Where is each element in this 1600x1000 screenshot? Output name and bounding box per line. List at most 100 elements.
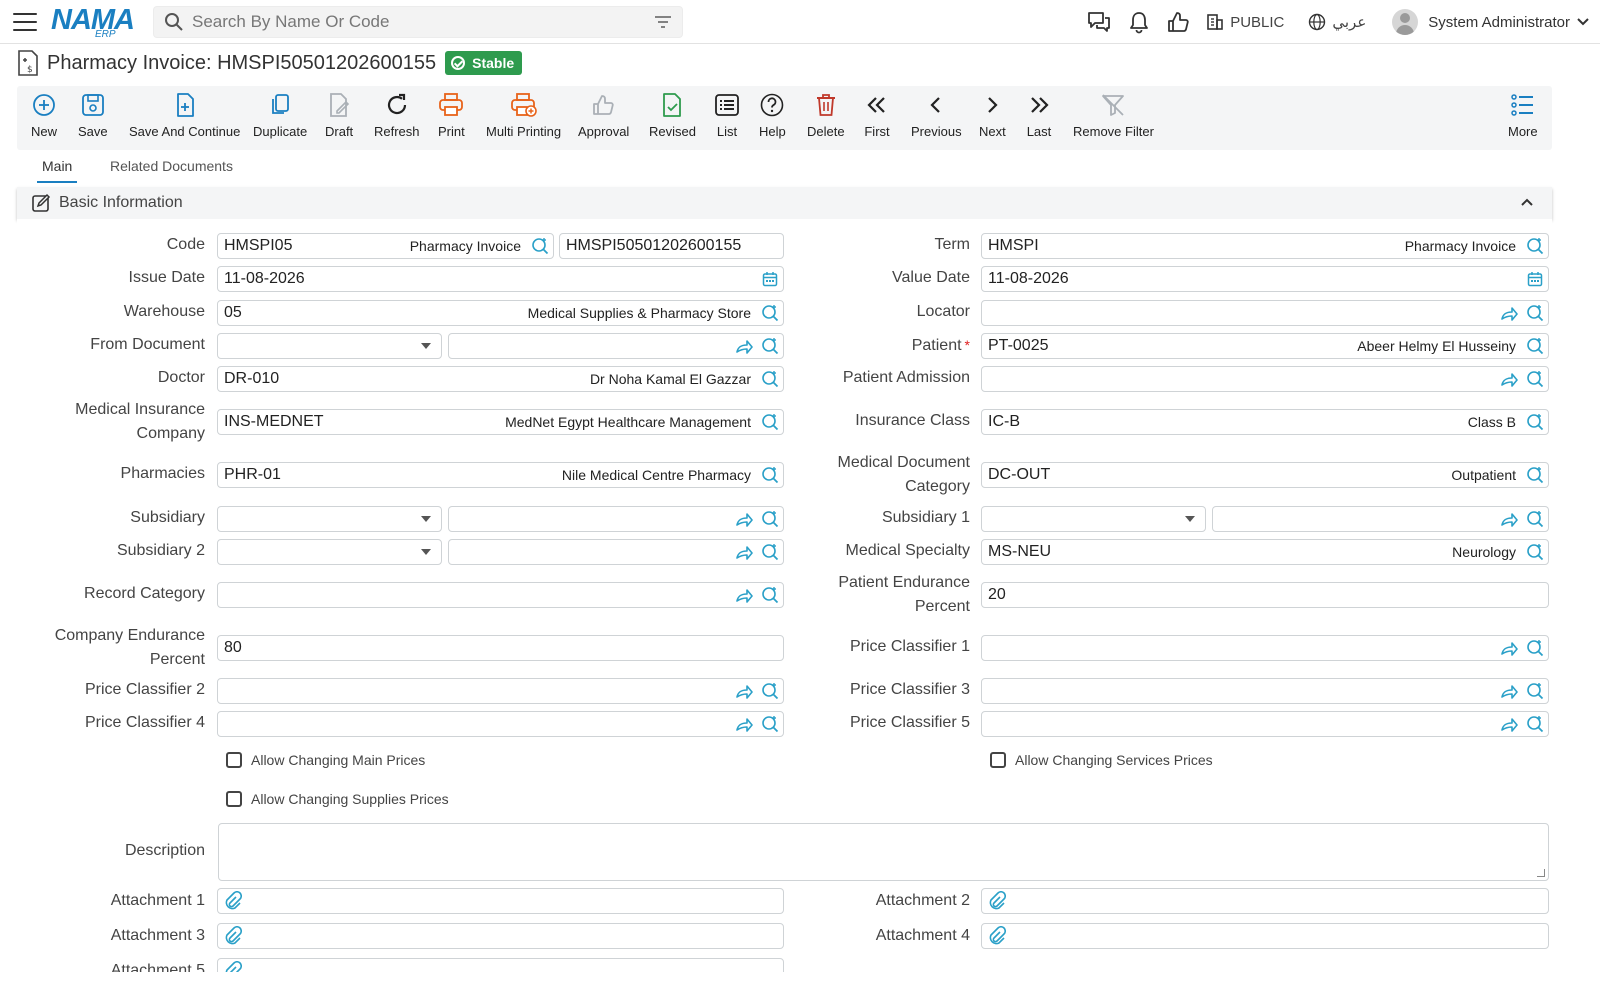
attachment-4-field[interactable] xyxy=(981,923,1549,949)
share-arrow-icon[interactable] xyxy=(1496,679,1522,703)
price-classifier-1-field[interactable] xyxy=(981,635,1549,661)
subsidiary-1-type-select[interactable] xyxy=(981,506,1206,532)
approval-button[interactable]: Approval xyxy=(578,92,629,139)
search-lookup-icon[interactable] xyxy=(757,712,783,736)
from-document-type-select[interactable] xyxy=(217,333,442,359)
price-classifier-2-field[interactable] xyxy=(217,678,784,704)
search-lookup-icon[interactable] xyxy=(757,679,783,703)
share-arrow-icon[interactable] xyxy=(731,712,757,736)
issue-date-field[interactable]: 11-08-2026 xyxy=(217,266,784,292)
value-date-field[interactable]: 11-08-2026 xyxy=(981,266,1549,292)
tab-main[interactable]: Main xyxy=(42,158,72,174)
multi-printing-button[interactable]: Multi Printing xyxy=(486,92,561,139)
subsidiary-field[interactable] xyxy=(448,506,784,532)
insurance-class-field[interactable]: IC-B Class B xyxy=(981,409,1549,435)
next-button[interactable]: Next xyxy=(979,92,1006,139)
allow-changing-services-prices-checkbox[interactable]: Allow Changing Services Prices xyxy=(990,752,1213,768)
first-button[interactable]: First xyxy=(864,92,890,139)
draft-button[interactable]: Draft xyxy=(325,92,353,139)
document-number-field[interactable]: HMSPI50501202600155 xyxy=(559,233,784,259)
price-classifier-5-field[interactable] xyxy=(981,711,1549,737)
share-arrow-icon[interactable] xyxy=(1496,507,1522,531)
share-arrow-icon[interactable] xyxy=(1496,636,1522,660)
share-arrow-icon[interactable] xyxy=(1496,301,1522,325)
patient-endurance-percent-input[interactable]: 20 xyxy=(981,582,1549,608)
search-lookup-icon[interactable] xyxy=(527,234,553,258)
subsidiary-type-select[interactable] xyxy=(217,506,442,532)
user-menu[interactable]: System Administrator xyxy=(1392,9,1590,35)
print-button[interactable]: Print xyxy=(438,92,465,139)
calendar-icon[interactable] xyxy=(1522,267,1548,291)
list-button[interactable]: List xyxy=(714,92,740,139)
attachment-1-field[interactable] xyxy=(217,888,784,914)
search-lookup-icon[interactable] xyxy=(1522,679,1548,703)
bell-icon[interactable] xyxy=(1128,10,1150,34)
thumbs-up-icon[interactable] xyxy=(1166,10,1190,34)
allow-changing-main-prices-checkbox[interactable]: Allow Changing Main Prices xyxy=(226,752,425,768)
medical-specialty-field[interactable]: MS-NEU Neurology xyxy=(981,539,1549,565)
search-lookup-icon[interactable] xyxy=(1522,234,1548,258)
search-lookup-icon[interactable] xyxy=(757,410,783,434)
search-lookup-icon[interactable] xyxy=(757,301,783,325)
medical-insurance-company-field[interactable]: INS-MEDNET MedNet Egypt Healthcare Manag… xyxy=(217,409,784,435)
price-classifier-4-field[interactable] xyxy=(217,711,784,737)
share-arrow-icon[interactable] xyxy=(1496,367,1522,391)
search-input[interactable] xyxy=(192,11,654,32)
record-category-field[interactable] xyxy=(217,582,784,608)
term-field[interactable]: HMSPI Pharmacy Invoice xyxy=(981,233,1549,259)
allow-changing-supplies-prices-checkbox[interactable]: Allow Changing Supplies Prices xyxy=(226,791,449,807)
search-lookup-icon[interactable] xyxy=(1522,334,1548,358)
from-document-field[interactable] xyxy=(448,333,784,359)
paperclip-icon[interactable] xyxy=(988,926,1006,946)
share-arrow-icon[interactable] xyxy=(731,583,757,607)
search-lookup-icon[interactable] xyxy=(757,334,783,358)
calendar-icon[interactable] xyxy=(757,267,783,291)
search-lookup-icon[interactable] xyxy=(1522,301,1548,325)
logo[interactable]: NAMA ERP xyxy=(51,5,135,40)
tab-related-documents[interactable]: Related Documents xyxy=(110,158,233,174)
code-field[interactable]: HMSPI05 Pharmacy Invoice xyxy=(217,233,554,259)
chat-icon[interactable] xyxy=(1086,10,1112,34)
price-classifier-3-field[interactable] xyxy=(981,678,1549,704)
medical-document-category-field[interactable]: DC-OUT Outpatient xyxy=(981,462,1549,488)
subsidiary-1-field[interactable] xyxy=(1212,506,1549,532)
subsidiary-2-field[interactable] xyxy=(448,539,784,565)
search-lookup-icon[interactable] xyxy=(1522,367,1548,391)
search-lookup-icon[interactable] xyxy=(1522,507,1548,531)
subsidiary-2-type-select[interactable] xyxy=(217,539,442,565)
description-textarea[interactable] xyxy=(218,823,1549,881)
search-lookup-icon[interactable] xyxy=(757,367,783,391)
search-lookup-icon[interactable] xyxy=(1522,636,1548,660)
patient-field[interactable]: PT-0025 Abeer Helmy El Husseiny xyxy=(981,333,1549,359)
help-button[interactable]: Help xyxy=(759,92,786,139)
search-lookup-icon[interactable] xyxy=(757,507,783,531)
paperclip-icon[interactable] xyxy=(988,891,1006,911)
share-arrow-icon[interactable] xyxy=(731,679,757,703)
duplicate-button[interactable]: Duplicate xyxy=(253,92,307,139)
warehouse-field[interactable]: 05 Medical Supplies & Pharmacy Store xyxy=(217,300,784,326)
checkbox-box[interactable] xyxy=(990,752,1006,768)
more-button[interactable]: More xyxy=(1508,92,1538,139)
checkbox-box[interactable] xyxy=(226,752,242,768)
chevron-up-icon[interactable] xyxy=(1520,197,1534,207)
search-lookup-icon[interactable] xyxy=(757,463,783,487)
previous-button[interactable]: Previous xyxy=(911,92,962,139)
checkbox-box[interactable] xyxy=(226,791,242,807)
search-lookup-icon[interactable] xyxy=(1522,463,1548,487)
search-lookup-icon[interactable] xyxy=(1522,410,1548,434)
attachment-3-field[interactable] xyxy=(217,923,784,949)
search-lookup-icon[interactable] xyxy=(757,540,783,564)
doctor-field[interactable]: DR-010 Dr Noha Kamal El Gazzar xyxy=(217,366,784,392)
share-arrow-icon[interactable] xyxy=(1496,712,1522,736)
locator-field[interactable] xyxy=(981,300,1549,326)
attachment-5-field[interactable] xyxy=(217,958,784,972)
remove-filter-button[interactable]: Remove Filter xyxy=(1073,92,1154,139)
last-button[interactable]: Last xyxy=(1026,92,1052,139)
delete-button[interactable]: Delete xyxy=(807,92,845,139)
filter-icon[interactable] xyxy=(654,15,672,29)
paperclip-icon[interactable] xyxy=(224,961,242,972)
paperclip-icon[interactable] xyxy=(224,926,242,946)
share-arrow-icon[interactable] xyxy=(731,540,757,564)
search-lookup-icon[interactable] xyxy=(757,583,783,607)
share-arrow-icon[interactable] xyxy=(731,334,757,358)
